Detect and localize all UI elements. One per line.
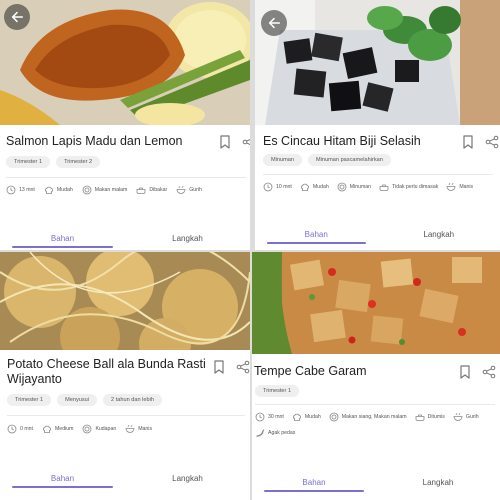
meta-taste: Manis: [446, 182, 473, 192]
recipe-photo: [0, 0, 250, 125]
meta-taste: Gurih: [176, 185, 202, 195]
chef-hat-icon: [42, 425, 51, 433]
tab-ingredients[interactable]: Bahan: [0, 472, 125, 488]
recipe-meta: 30 mnt Mudah Makan siang, Makan malam Di…: [255, 412, 498, 438]
pan-icon: [415, 414, 425, 421]
tag[interactable]: Trimester 1: [6, 156, 51, 168]
tab-ingredients[interactable]: Bahan: [255, 228, 378, 244]
bookmark-icon[interactable]: [212, 360, 226, 374]
clock-icon: [263, 182, 273, 192]
share-icon[interactable]: [236, 360, 250, 374]
bookmark-icon[interactable]: [218, 135, 232, 149]
recipe-panel-salmon: Salmon Lapis Madu dan Lemon Trimester 1 …: [0, 0, 250, 250]
meta-spiciness: Agak pedas: [255, 428, 295, 438]
plate-icon: [82, 185, 92, 195]
bowl-icon: [446, 182, 456, 191]
tag-list: Trimester 1 Menyusui 2 tahun dan lebih: [7, 394, 162, 406]
recipe-title: Tempe Cabe Garam: [254, 364, 367, 378]
tag[interactable]: Trimester 1: [255, 385, 300, 397]
tag[interactable]: Trimester 1: [7, 394, 52, 406]
tab-ingredients[interactable]: Bahan: [252, 476, 376, 492]
meta-method: Ditumis: [415, 412, 445, 422]
meta-method: Tidak perlu dimasak: [379, 182, 438, 192]
tag[interactable]: Minuman pascamelahirkan: [308, 154, 391, 166]
recipe-photo: [0, 252, 250, 350]
recipe-title: Salmon Lapis Madu dan Lemon: [6, 134, 183, 148]
divider: [6, 177, 246, 178]
tag-list: Trimester 1: [255, 385, 300, 397]
recipe-panel-tempe-cabe-garam: Tempe Cabe Garam Trimester 1 30 mnt Muda…: [252, 252, 500, 500]
recipe-photo: [252, 252, 500, 354]
recipe-meta: 0 mnt Medium Kudapan Manis: [7, 424, 245, 434]
pan-icon: [136, 187, 146, 194]
meta-difficulty: Mudah: [44, 185, 73, 195]
tab-steps[interactable]: Langkah: [376, 476, 500, 492]
pan-icon: [379, 184, 389, 191]
share-icon[interactable]: [485, 135, 499, 149]
recipe-meta: 10 mnt Mudah Minuman Tidak perlu dimasak…: [263, 182, 498, 192]
recipe-panel-es-cincau: Es Cincau Hitam Biji Selasih Minuman Min…: [255, 0, 500, 250]
back-button[interactable]: [261, 10, 287, 36]
recipe-tabs: Bahan Langkah: [0, 232, 250, 248]
clock-icon: [7, 424, 17, 434]
meta-meal: Kudapan: [82, 424, 116, 434]
plate-icon: [337, 182, 347, 192]
bowl-icon: [176, 185, 186, 194]
tab-steps[interactable]: Langkah: [125, 472, 250, 488]
recipe-tabs: Bahan Langkah: [255, 228, 500, 244]
arrow-left-icon: [11, 11, 24, 23]
tab-ingredients[interactable]: Bahan: [0, 232, 125, 248]
recipe-tabs: Bahan Langkah: [252, 476, 500, 492]
divider: [263, 174, 493, 175]
meta-taste: Gurih: [453, 412, 479, 422]
meta-taste: Manis: [125, 424, 152, 434]
meta-meal: Minuman: [337, 182, 371, 192]
bookmark-icon[interactable]: [458, 365, 472, 379]
recipe-title: Es Cincau Hitam Biji Selasih: [263, 134, 421, 148]
meta-time: 30 mnt: [255, 412, 284, 422]
meta-time: 13 mnt: [6, 185, 35, 195]
bookmark-icon[interactable]: [461, 135, 475, 149]
recipe-panel-potato-cheese-ball: Potato Cheese Ball ala Bunda Rasti Wijay…: [0, 252, 250, 500]
tag[interactable]: Minuman: [263, 154, 303, 166]
share-icon[interactable]: [242, 135, 250, 149]
bowl-icon: [453, 412, 463, 421]
meta-difficulty: Mudah: [300, 182, 329, 192]
tab-steps[interactable]: Langkah: [378, 228, 500, 244]
clock-icon: [6, 185, 16, 195]
bowl-icon: [125, 424, 135, 433]
meta-method: Dibakar: [136, 185, 167, 195]
tag[interactable]: 2 tahun dan lebih: [103, 394, 162, 406]
meta-time: 10 mnt: [263, 182, 292, 192]
chef-hat-icon: [292, 413, 301, 421]
meta-difficulty: Mudah: [292, 412, 321, 422]
arrow-left-icon: [268, 17, 281, 29]
tag[interactable]: Menyusui: [57, 394, 98, 406]
meta-time: 0 mnt: [7, 424, 33, 434]
tag-list: Minuman Minuman pascamelahirkan: [263, 154, 391, 166]
back-button[interactable]: [4, 4, 30, 30]
recipe-title: Potato Cheese Ball ala Bunda Rasti Wijay…: [7, 357, 206, 386]
chef-hat-icon: [44, 186, 53, 194]
clock-icon: [255, 412, 265, 422]
recipe-tabs: Bahan Langkah: [0, 472, 250, 488]
tag-list: Trimester 1 Trimester 2: [6, 156, 101, 168]
recipe-photo: [255, 0, 500, 125]
tab-steps[interactable]: Langkah: [125, 232, 250, 248]
plate-icon: [329, 412, 339, 422]
chili-icon: [256, 429, 265, 437]
divider: [255, 404, 495, 405]
meta-difficulty: Medium: [42, 424, 73, 434]
meta-meal: Makan malam: [82, 185, 127, 195]
divider: [7, 415, 245, 416]
chef-hat-icon: [300, 183, 309, 191]
tag[interactable]: Trimester 2: [56, 156, 101, 168]
meta-meal: Makan siang, Makan malam: [329, 412, 407, 422]
share-icon[interactable]: [482, 365, 496, 379]
plate-icon: [83, 424, 92, 434]
recipe-meta: 13 mnt Mudah Makan malam Dibakar Gurih: [6, 185, 246, 195]
